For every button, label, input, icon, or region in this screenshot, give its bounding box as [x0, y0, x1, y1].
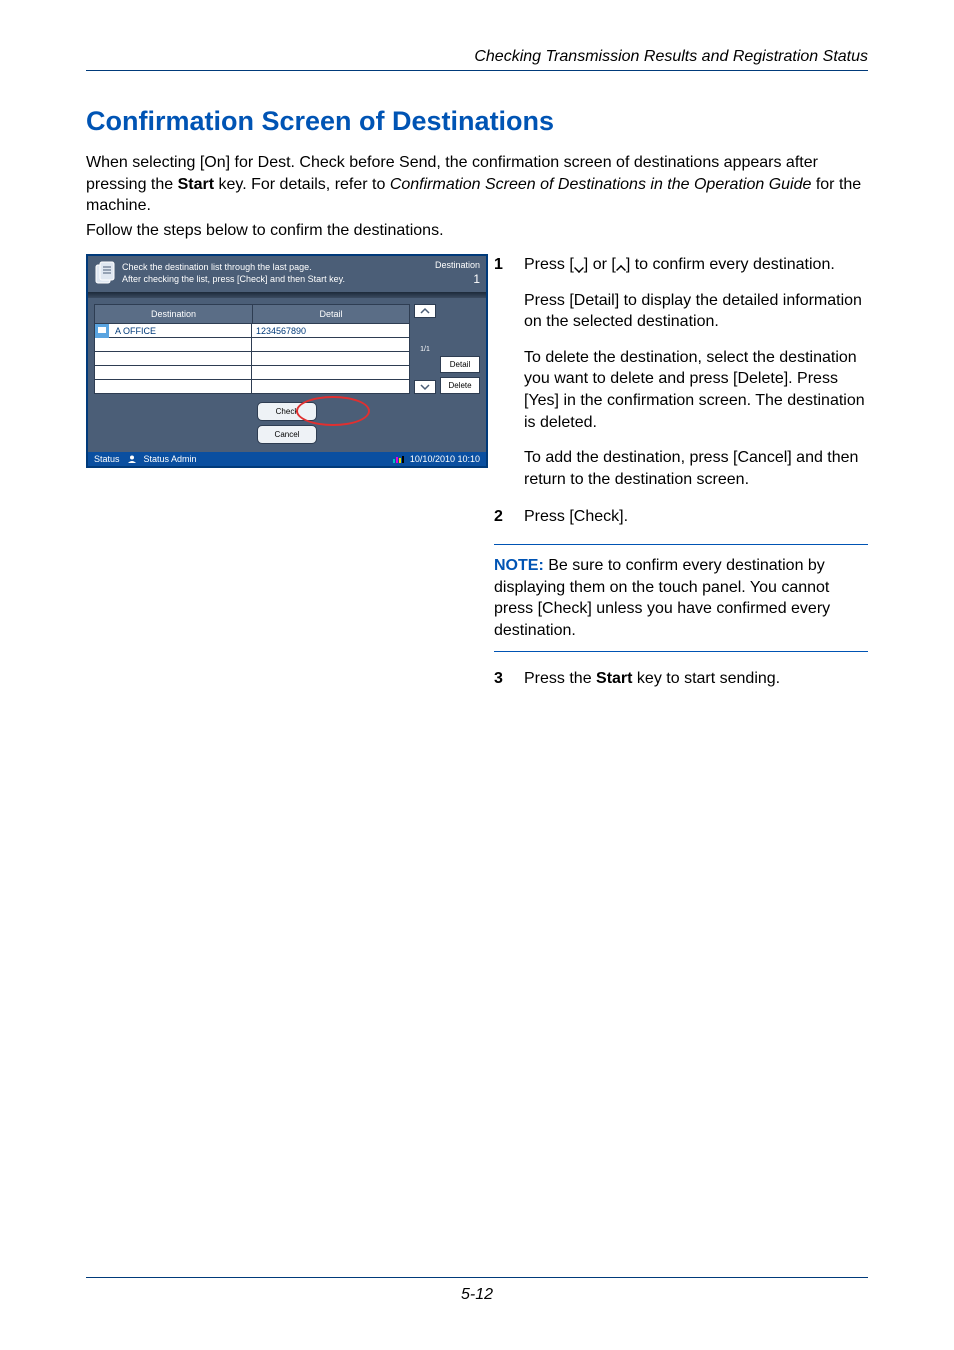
- chevron-up-icon: [420, 307, 430, 315]
- intro-l2a: pressing the: [86, 176, 178, 193]
- scroll-column: 1/1: [414, 304, 436, 394]
- note-text: Be sure to confirm every destination by …: [494, 557, 830, 639]
- status-user: Status Admin: [144, 454, 197, 464]
- footer-rule: [86, 1277, 868, 1278]
- intro-l1: When selecting [On] for Dest. Check befo…: [86, 154, 818, 171]
- s1p2: Press [Detail] to display the detailed i…: [524, 290, 868, 333]
- steps-column: 1 Press [ ] or [ ] to confirm every destin…: [494, 254, 868, 706]
- step-number: 3: [494, 668, 524, 690]
- screenshot-header: Check the destination list through the l…: [88, 256, 486, 292]
- intro-ref: Confirmation Screen of Destinations in t…: [390, 176, 812, 193]
- col-detail: Detail: [252, 305, 409, 323]
- status-button[interactable]: Status: [94, 454, 120, 464]
- page-indicator: 1/1: [414, 318, 436, 380]
- s1p1b: ] or [: [584, 256, 616, 273]
- delete-button[interactable]: Delete: [440, 377, 480, 394]
- screenshot-buttons: Check: [94, 402, 480, 421]
- table-header: Destination Detail: [94, 304, 410, 324]
- chevron-down-icon: [420, 383, 430, 391]
- s1p1a: Press [: [524, 256, 574, 273]
- s3p1c: key to start sending.: [632, 670, 780, 687]
- chevron-up-icon: [616, 261, 626, 271]
- page-number: 5-12: [0, 1286, 954, 1304]
- step-1: 1 Press [ ] or [ ] to confirm every destin…: [494, 254, 868, 490]
- s1p3: To delete the destination, select the de…: [524, 347, 868, 433]
- step-number: 1: [494, 254, 524, 490]
- detail-button[interactable]: Detail: [440, 356, 480, 373]
- s2p1: Press [Check].: [524, 506, 868, 528]
- screenshot-header-right: Destination 1: [435, 260, 480, 287]
- table-row: [94, 380, 410, 394]
- s3p1a: Press the: [524, 670, 596, 687]
- cancel-button[interactable]: Cancel: [257, 425, 317, 444]
- destinations-area: Destination Detail A OFFICE 1234567890: [94, 304, 480, 394]
- screenshot-dest-count: 1: [435, 272, 480, 288]
- destinations-table: Destination Detail A OFFICE 1234567890: [94, 304, 410, 394]
- step-body: Press [ ] or [ ] to confirm every destinat…: [524, 254, 868, 490]
- note-label: NOTE:: [494, 557, 544, 574]
- table-row: [94, 366, 410, 380]
- chevron-down-icon: [574, 261, 584, 271]
- s1p1c: ] to confirm every destination.: [626, 256, 835, 273]
- screenshot-header-line1: Check the destination list through the l…: [122, 262, 435, 274]
- follow-line: Follow the steps below to confirm the de…: [86, 222, 868, 240]
- step-number: 2: [494, 506, 524, 528]
- toner-icon: [393, 455, 404, 463]
- screenshot-header-line2: After checking the list, press [Check] a…: [122, 274, 435, 286]
- confirmation-screenshot: Check the destination list through the l…: [86, 254, 488, 468]
- s3p1b: Start: [596, 670, 632, 687]
- cell-dest: A OFFICE: [115, 326, 156, 336]
- status-time: 10/10/2010 10:10: [410, 454, 480, 464]
- s1p4: To add the destination, press [Cancel] a…: [524, 447, 868, 490]
- col-destination: Destination: [95, 305, 252, 323]
- fax-icon: [95, 324, 109, 338]
- screenshot-dest-label: Destination: [435, 260, 480, 272]
- note-box: NOTE: Be sure to confirm every destinati…: [494, 544, 868, 652]
- intro-paragraph: When selecting [On] for Dest. Check befo…: [86, 152, 868, 217]
- header-rule: [86, 70, 868, 71]
- step-body: Press the Start key to start sending.: [524, 668, 868, 690]
- step-body: Press [Check].: [524, 506, 868, 528]
- page-title: Confirmation Screen of Destinations: [86, 106, 554, 137]
- screenshot-body: Destination Detail A OFFICE 1234567890: [88, 298, 486, 452]
- table-row: [94, 352, 410, 366]
- scroll-down-button[interactable]: [414, 380, 436, 394]
- status-bar: Status Status Admin 10/10/2010 10:10: [88, 452, 486, 466]
- running-header: Checking Transmission Results and Regist…: [474, 48, 868, 66]
- intro-l2c: key. For details, refer to: [214, 176, 390, 193]
- cell-detail: 1234567890: [252, 326, 409, 336]
- step-3: 3 Press the Start key to start sending.: [494, 668, 868, 690]
- highlight-oval: [296, 396, 370, 426]
- table-row[interactable]: A OFFICE 1234567890: [94, 324, 410, 338]
- screenshot-buttons-2: Cancel: [94, 425, 480, 444]
- step-2: 2 Press [Check].: [494, 506, 868, 528]
- user-icon: [128, 455, 136, 463]
- document-stack-icon: [94, 261, 116, 287]
- action-column: Detail Delete: [440, 304, 480, 394]
- scroll-up-button[interactable]: [414, 304, 436, 318]
- table-row: [94, 338, 410, 352]
- intro-l3: machine.: [86, 197, 151, 214]
- intro-l2e: for the: [811, 176, 861, 193]
- screenshot-header-text: Check the destination list through the l…: [122, 262, 435, 285]
- intro-start: Start: [178, 176, 214, 193]
